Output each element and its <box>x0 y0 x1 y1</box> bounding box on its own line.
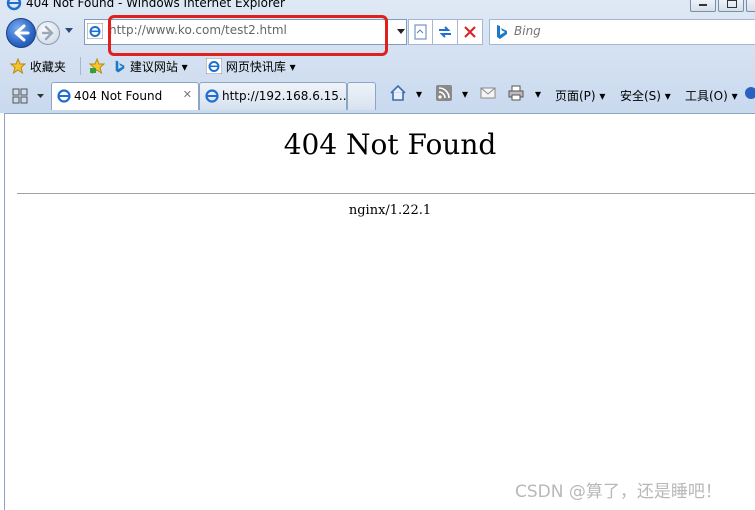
ie-logo-icon <box>205 57 223 75</box>
new-tab-button[interactable] <box>347 82 376 110</box>
tab-list-dropdown[interactable] <box>34 84 47 108</box>
help-icon <box>745 87 755 99</box>
read-mail-button[interactable] <box>480 86 496 103</box>
page-heading: 404 Not Found <box>283 128 497 161</box>
web-slice-gallery-label: 网页快讯库 <box>225 60 286 74</box>
bing-icon <box>115 60 125 73</box>
favorites-label: 收藏夹 <box>29 60 66 74</box>
tab-label: http://192.168.6.15... <box>222 89 351 103</box>
suggested-sites-label: 建议网站 <box>129 60 178 74</box>
bing-icon <box>497 25 507 39</box>
stop-button[interactable] <box>457 19 483 45</box>
search-input[interactable] <box>514 24 744 38</box>
add-favorite-icon <box>88 57 106 75</box>
watermark: CSDN @算了，还是睡吧！ <box>515 482 722 502</box>
feeds-button[interactable] <box>436 85 452 104</box>
browser-chrome: 404 Not Found - Windows Internet Explore… <box>0 0 755 113</box>
close-tab-icon[interactable]: ✕ <box>183 88 192 101</box>
tab-row: 404 Not Found ✕ http://192.168.6.15... ▾… <box>0 81 755 111</box>
page-menu[interactable]: 页面(P) ▾ <box>555 87 605 104</box>
back-button[interactable] <box>6 18 36 48</box>
print-icon <box>508 85 524 101</box>
star-icon <box>9 57 27 75</box>
chevron-down-icon <box>397 29 405 34</box>
print-button[interactable] <box>507 84 525 105</box>
home-icon <box>390 84 406 101</box>
tools-menu[interactable]: 工具(O) ▾ <box>685 87 738 104</box>
server-signature: nginx/1.22.1 <box>348 203 432 218</box>
title-bar: 404 Not Found - Windows Internet Explore… <box>0 0 755 12</box>
search-box[interactable] <box>489 19 755 45</box>
favorites-bar: 收藏夹 建议网站 ▾ 网页快讯库 ▾ <box>0 53 755 80</box>
ie-logo-icon <box>87 23 103 39</box>
stop-icon <box>464 26 476 38</box>
page-content: 404 Not Found nginx/1.22.1 <box>4 113 755 510</box>
refresh-icon <box>439 26 451 38</box>
address-dropdown[interactable] <box>395 20 407 42</box>
minimize-button[interactable] <box>690 0 716 12</box>
mail-icon <box>480 87 496 99</box>
chevron-down-icon <box>37 94 44 98</box>
divider <box>80 57 81 75</box>
tab-404-not-found[interactable]: 404 Not Found ✕ <box>51 82 199 110</box>
tab-192-168-6-15[interactable]: http://192.168.6.15... <box>199 82 351 110</box>
rss-icon <box>436 85 452 101</box>
ie-logo-icon <box>6 0 22 11</box>
quick-tabs-icon <box>12 88 28 104</box>
web-slice-gallery-item[interactable]: 网页快讯库 ▾ <box>205 57 296 75</box>
refresh-button[interactable] <box>432 19 458 45</box>
tab-label: 404 Not Found <box>74 89 163 103</box>
window-title: 404 Not Found - Windows Internet Explore… <box>26 0 285 10</box>
page-menu-label: 页面(P) <box>555 89 596 103</box>
recent-pages-dropdown[interactable] <box>64 27 74 35</box>
safety-menu-label: 安全(S) <box>620 89 661 103</box>
chevron-down-icon[interactable]: ▾ <box>416 87 422 101</box>
compatibility-view-button[interactable] <box>408 19 434 45</box>
forward-icon <box>41 25 54 41</box>
annotation-highlight-box <box>108 15 388 56</box>
safety-menu[interactable]: 安全(S) ▾ <box>620 87 671 104</box>
close-window-button[interactable] <box>746 0 755 12</box>
chevron-down-icon[interactable]: ▾ <box>535 87 541 101</box>
chevron-down-icon: ▾ <box>181 60 188 74</box>
home-button[interactable] <box>389 84 407 105</box>
quick-tabs-button[interactable] <box>8 84 32 108</box>
ie-logo-icon <box>205 89 219 103</box>
back-icon <box>14 24 30 42</box>
add-to-favorites-bar-button[interactable] <box>88 57 106 75</box>
forward-button[interactable] <box>36 21 60 45</box>
horizontal-rule <box>17 193 755 194</box>
chevron-down-icon[interactable]: ▾ <box>462 87 468 101</box>
favorites-button[interactable]: 收藏夹 <box>9 57 66 75</box>
maximize-button[interactable] <box>718 0 744 12</box>
ie-logo-icon <box>57 89 71 103</box>
compatibility-icon <box>414 24 427 40</box>
suggested-sites-item[interactable]: 建议网站 ▾ <box>114 58 188 75</box>
help-button[interactable] <box>744 86 755 103</box>
chevron-down-icon: ▾ <box>289 60 296 74</box>
tools-menu-label: 工具(O) <box>685 89 728 103</box>
